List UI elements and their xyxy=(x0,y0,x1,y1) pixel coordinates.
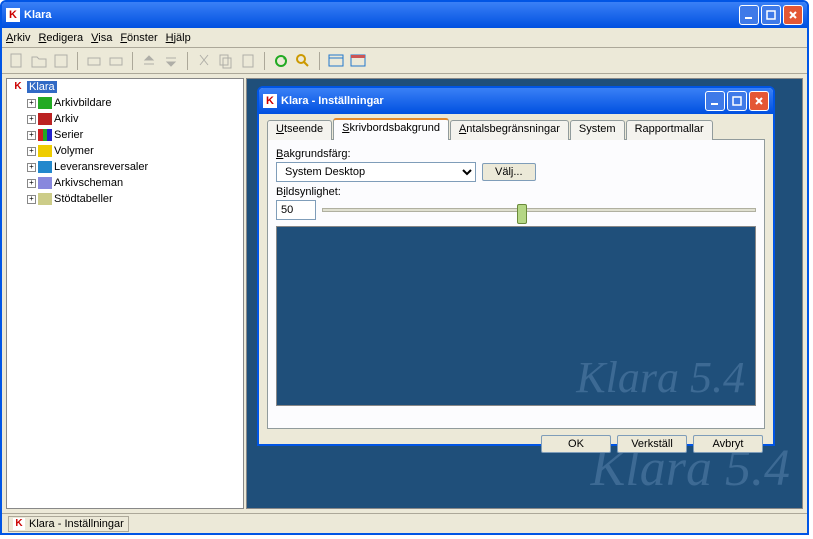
bg-color-label: Bakgrundsfärg: xyxy=(276,148,756,160)
search-icon[interactable] xyxy=(294,52,312,70)
main-titlebar[interactable]: K Klara xyxy=(2,2,807,28)
status-text: Klara - Inställningar xyxy=(29,518,124,530)
dialog-icon: K xyxy=(263,94,277,108)
preview-box: Klara 5.4 xyxy=(276,226,756,406)
print-icon[interactable] xyxy=(85,52,103,70)
tree-pane[interactable]: KKlara +Arkivbildare +Arkiv +Serier +Vol… xyxy=(6,78,244,509)
bg-color-select[interactable]: System Desktop xyxy=(276,162,476,182)
content-pane: Klara 5.4 K Klara - Inställningar Utseen… xyxy=(246,78,803,509)
tab-skrivbordsbakgrund[interactable]: Skrivbordsbakgrund xyxy=(333,118,449,140)
menu-visa[interactable]: Visa xyxy=(91,32,112,44)
visibility-label: Bildsynlighet: xyxy=(276,186,756,198)
menu-fonster[interactable]: Fönster xyxy=(120,32,157,44)
settings-dialog: K Klara - Inställningar Utseende Skrivbo… xyxy=(257,86,775,446)
visibility-input[interactable] xyxy=(276,200,316,220)
tree-root[interactable]: KKlara xyxy=(7,79,243,95)
copy-icon[interactable] xyxy=(217,52,235,70)
tree-arkivscheman[interactable]: +Arkivscheman xyxy=(7,175,243,191)
close-button[interactable] xyxy=(783,5,803,25)
tree-leverans[interactable]: +Leveransreversaler xyxy=(7,159,243,175)
dialog-titlebar[interactable]: K Klara - Inställningar xyxy=(259,88,773,114)
slider-thumb[interactable] xyxy=(517,204,527,224)
cut-icon[interactable] xyxy=(195,52,213,70)
tree-volymer[interactable]: +Volymer xyxy=(7,143,243,159)
tab-antalsbegransningar[interactable]: Antalsbegränsningar xyxy=(450,120,569,140)
apply-button[interactable]: Verkställ xyxy=(617,435,687,453)
dialog-minimize-button[interactable] xyxy=(705,91,725,111)
menu-arkiv[interactable]: Arkiv xyxy=(6,32,30,44)
cancel-button[interactable]: Avbryt xyxy=(693,435,763,453)
sort-desc-icon[interactable] xyxy=(162,52,180,70)
preview-watermark: Klara 5.4 xyxy=(576,352,745,403)
choose-button[interactable]: Välj... xyxy=(482,163,536,181)
statusbar-item[interactable]: K Klara - Inställningar xyxy=(8,516,129,532)
new-icon[interactable] xyxy=(8,52,26,70)
print2-icon[interactable] xyxy=(107,52,125,70)
paste-icon[interactable] xyxy=(239,52,257,70)
tree-arkivbildare[interactable]: +Arkivbildare xyxy=(7,95,243,111)
app-icon: K xyxy=(6,8,20,22)
dialog-close-button[interactable] xyxy=(749,91,769,111)
statusbar: K Klara - Inställningar xyxy=(2,513,807,533)
tree-arkiv[interactable]: +Arkiv xyxy=(7,111,243,127)
refresh-icon[interactable] xyxy=(272,52,290,70)
dialog-title: Klara - Inställningar xyxy=(281,95,705,107)
open-icon[interactable] xyxy=(30,52,48,70)
tab-panel: Bakgrundsfärg: System Desktop Välj... Bi… xyxy=(267,139,765,429)
tab-utseende[interactable]: Utseende xyxy=(267,120,332,140)
toolbar xyxy=(2,48,807,74)
status-icon: K xyxy=(13,518,25,530)
tabs: Utseende Skrivbordsbakgrund Antalsbegrän… xyxy=(267,120,765,140)
tab-system[interactable]: System xyxy=(570,120,625,140)
menu-hjalp[interactable]: Hjälp xyxy=(166,32,191,44)
minimize-button[interactable] xyxy=(739,5,759,25)
menu-redigera[interactable]: Redigera xyxy=(38,32,83,44)
window1-icon[interactable] xyxy=(327,52,345,70)
visibility-slider[interactable] xyxy=(322,208,756,212)
maximize-button[interactable] xyxy=(761,5,781,25)
save-icon[interactable] xyxy=(52,52,70,70)
tree-stodtabeller[interactable]: +Stödtabeller xyxy=(7,191,243,207)
menubar: Arkiv Redigera Visa Fönster Hjälp xyxy=(2,28,807,48)
window2-icon[interactable] xyxy=(349,52,367,70)
dialog-maximize-button[interactable] xyxy=(727,91,747,111)
main-title: Klara xyxy=(24,9,739,21)
tab-rapportmallar[interactable]: Rapportmallar xyxy=(626,120,713,140)
ok-button[interactable]: OK xyxy=(541,435,611,453)
sort-asc-icon[interactable] xyxy=(140,52,158,70)
tree-serier[interactable]: +Serier xyxy=(7,127,243,143)
main-window: K Klara Arkiv Redigera Visa Fönster Hjäl… xyxy=(0,0,809,535)
